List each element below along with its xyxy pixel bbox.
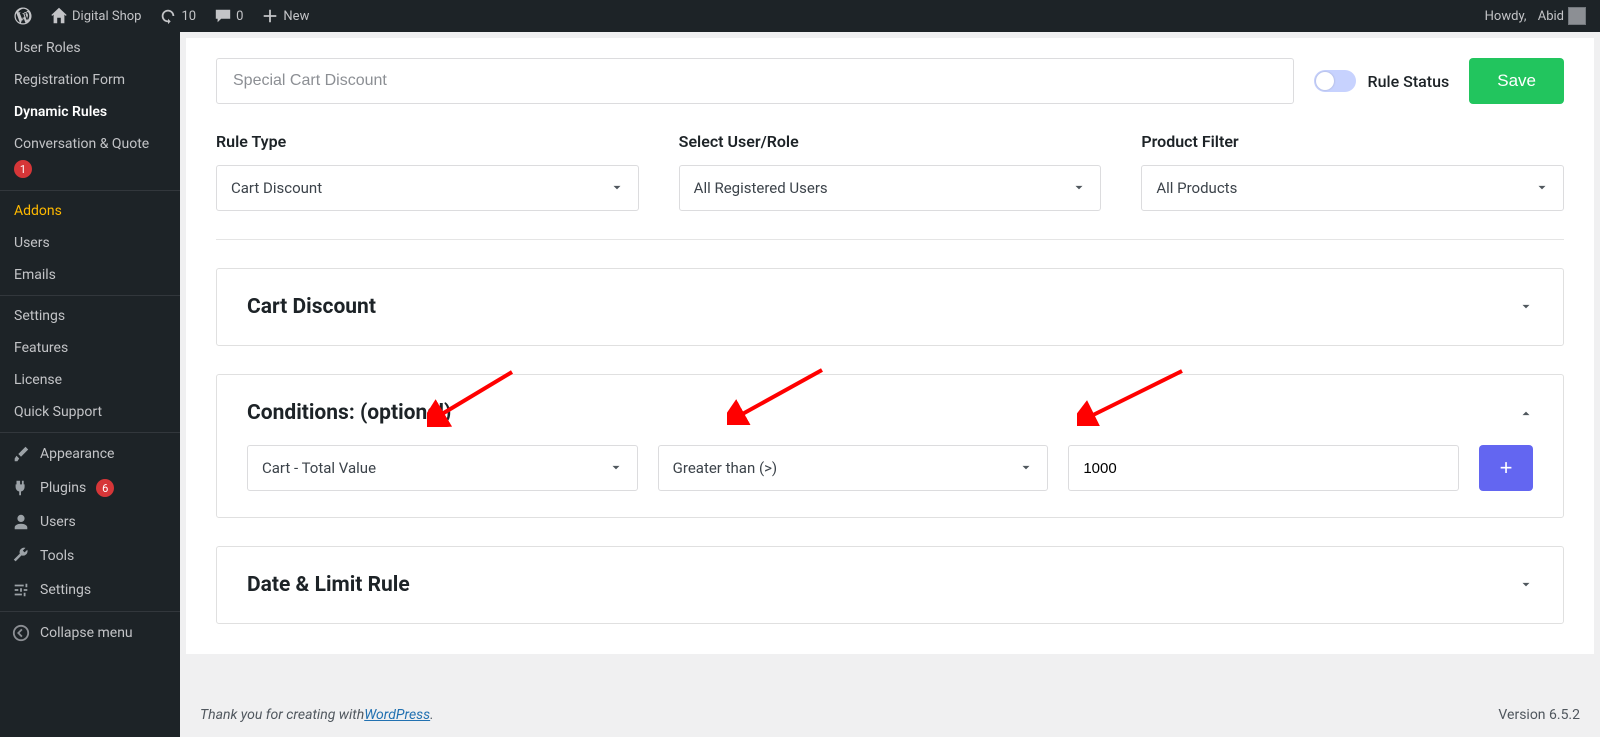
section-conditions-toggle[interactable] (1519, 406, 1533, 420)
plus-icon: + (1500, 455, 1513, 481)
save-button[interactable]: Save (1469, 58, 1564, 104)
section-conditions-title: Conditions: (optional) (247, 401, 451, 425)
sidebar-separator (0, 432, 180, 433)
plug-icon (12, 479, 30, 497)
collapse-icon (12, 624, 30, 642)
sidebar-separator (0, 190, 180, 191)
product-filter-select[interactable]: All Products (1141, 165, 1564, 211)
rule-type-col: Rule Type Cart Discount (216, 132, 639, 211)
chevron-down-icon (610, 181, 624, 195)
chevron-down-icon (1072, 181, 1086, 195)
section-cart-discount: Cart Discount (216, 268, 1564, 346)
footer-suffix: . (430, 707, 434, 723)
product-filter-col: Product Filter All Products (1141, 132, 1564, 211)
user-icon (12, 513, 30, 531)
site-name: Digital Shop (72, 9, 141, 24)
admin-bar-left: Digital Shop 10 0 New (8, 0, 315, 32)
sidebar-item-users[interactable]: Users (0, 227, 180, 259)
rule-type-select[interactable]: Cart Discount (216, 165, 639, 211)
sidebar-item-emails[interactable]: Emails (0, 259, 180, 291)
section-date-limit-title: Date & Limit Rule (247, 573, 410, 597)
chevron-down-icon (609, 461, 623, 475)
collapse-menu-button[interactable]: Collapse menu (0, 616, 180, 650)
section-conditions: Conditions: (optional) Cart - Total Valu… (216, 374, 1564, 518)
sidebar-separator (0, 611, 180, 612)
sidebar-item-conversation-quote[interactable]: Conversation & Quote 1 (0, 128, 180, 186)
sidebar-item-dynamic-rules[interactable]: Dynamic Rules (0, 96, 180, 128)
top-row: Rule Status Save (216, 58, 1564, 104)
sidebar-item-plugins[interactable]: Plugins 6 (0, 471, 180, 505)
rule-status-label: Rule Status (1368, 72, 1450, 91)
sidebar-item-settings[interactable]: Settings (0, 300, 180, 332)
comment-icon (214, 7, 232, 25)
sidebar-item-quick-support[interactable]: Quick Support (0, 396, 180, 428)
wordpress-icon (14, 7, 32, 25)
home-icon (50, 7, 68, 25)
version-text: Version 6.5.2 (1498, 707, 1580, 723)
section-date-limit-toggle[interactable] (1519, 578, 1533, 592)
sidebar-item-appearance[interactable]: Appearance (0, 437, 180, 471)
updates-count: 10 (181, 9, 196, 24)
sidebar-item-wp-users[interactable]: Users (0, 505, 180, 539)
divider (216, 239, 1564, 240)
howdy-prefix: Howdy, (1485, 9, 1527, 24)
user-role-select[interactable]: All Registered Users (679, 165, 1102, 211)
user-name: Abid (1538, 9, 1564, 24)
footer-wordpress-link[interactable]: WordPress (364, 707, 430, 723)
section-cart-discount-toggle[interactable] (1519, 300, 1533, 314)
admin-bar-right: Howdy, Abid (1479, 0, 1592, 32)
sidebar-item-addons[interactable]: Addons (0, 195, 180, 227)
admin-footer: Thank you for creating with WordPress . … (180, 693, 1600, 737)
rule-basics-row: Rule Type Cart Discount Select User/Role… (216, 132, 1564, 211)
user-menu[interactable]: Howdy, Abid (1479, 0, 1592, 32)
sidebar-item-user-roles[interactable]: User Roles (0, 32, 180, 64)
sidebar-separator (0, 295, 180, 296)
wrench-icon (12, 547, 30, 565)
site-home-link[interactable]: Digital Shop (44, 0, 147, 32)
sidebar-item-features[interactable]: Features (0, 332, 180, 364)
condition-value-input[interactable] (1068, 445, 1459, 491)
condition-field-select[interactable]: Cart - Total Value (247, 445, 638, 491)
new-content-link[interactable]: New (255, 0, 315, 32)
rule-status-toggle[interactable] (1314, 70, 1356, 92)
app-wrap: User Roles Registration Form Dynamic Rul… (0, 32, 1600, 737)
rule-header-panel: Rule Status Save Rule Type Cart Discount… (186, 38, 1594, 654)
plugins-badge: 6 (96, 479, 114, 497)
admin-bar: Digital Shop 10 0 New Howdy, Abid (0, 0, 1600, 32)
condition-row: Cart - Total Value Greater than (>) + (247, 445, 1533, 491)
updates-link[interactable]: 10 (153, 0, 202, 32)
user-role-col: Select User/Role All Registered Users (679, 132, 1102, 211)
footer-text: Thank you for creating with (200, 707, 364, 723)
plus-icon (261, 7, 279, 25)
product-filter-label: Product Filter (1141, 132, 1564, 151)
brush-icon (12, 445, 30, 463)
section-date-limit: Date & Limit Rule (216, 546, 1564, 624)
conversation-badge: 1 (14, 160, 32, 178)
new-label: New (283, 9, 309, 24)
admin-sidebar: User Roles Registration Form Dynamic Rul… (0, 32, 180, 737)
chevron-down-icon (1535, 181, 1549, 195)
add-condition-button[interactable]: + (1479, 445, 1533, 491)
comments-link[interactable]: 0 (208, 0, 249, 32)
sidebar-item-tools[interactable]: Tools (0, 539, 180, 573)
sliders-icon (12, 581, 30, 599)
rule-name-input[interactable] (216, 58, 1294, 104)
rule-status-toggle-wrap: Rule Status (1314, 70, 1450, 92)
chevron-down-icon (1019, 461, 1033, 475)
sidebar-item-license[interactable]: License (0, 364, 180, 396)
comments-count: 0 (236, 9, 243, 24)
avatar (1568, 7, 1586, 25)
wp-logo-menu[interactable] (8, 0, 38, 32)
rule-type-label: Rule Type (216, 132, 639, 151)
condition-operator-select[interactable]: Greater than (>) (658, 445, 1049, 491)
main-content: Rule Status Save Rule Type Cart Discount… (180, 32, 1600, 737)
user-role-label: Select User/Role (679, 132, 1102, 151)
sidebar-item-registration-form[interactable]: Registration Form (0, 64, 180, 96)
sidebar-item-wp-settings[interactable]: Settings (0, 573, 180, 607)
update-icon (159, 7, 177, 25)
section-cart-discount-title: Cart Discount (247, 295, 376, 319)
